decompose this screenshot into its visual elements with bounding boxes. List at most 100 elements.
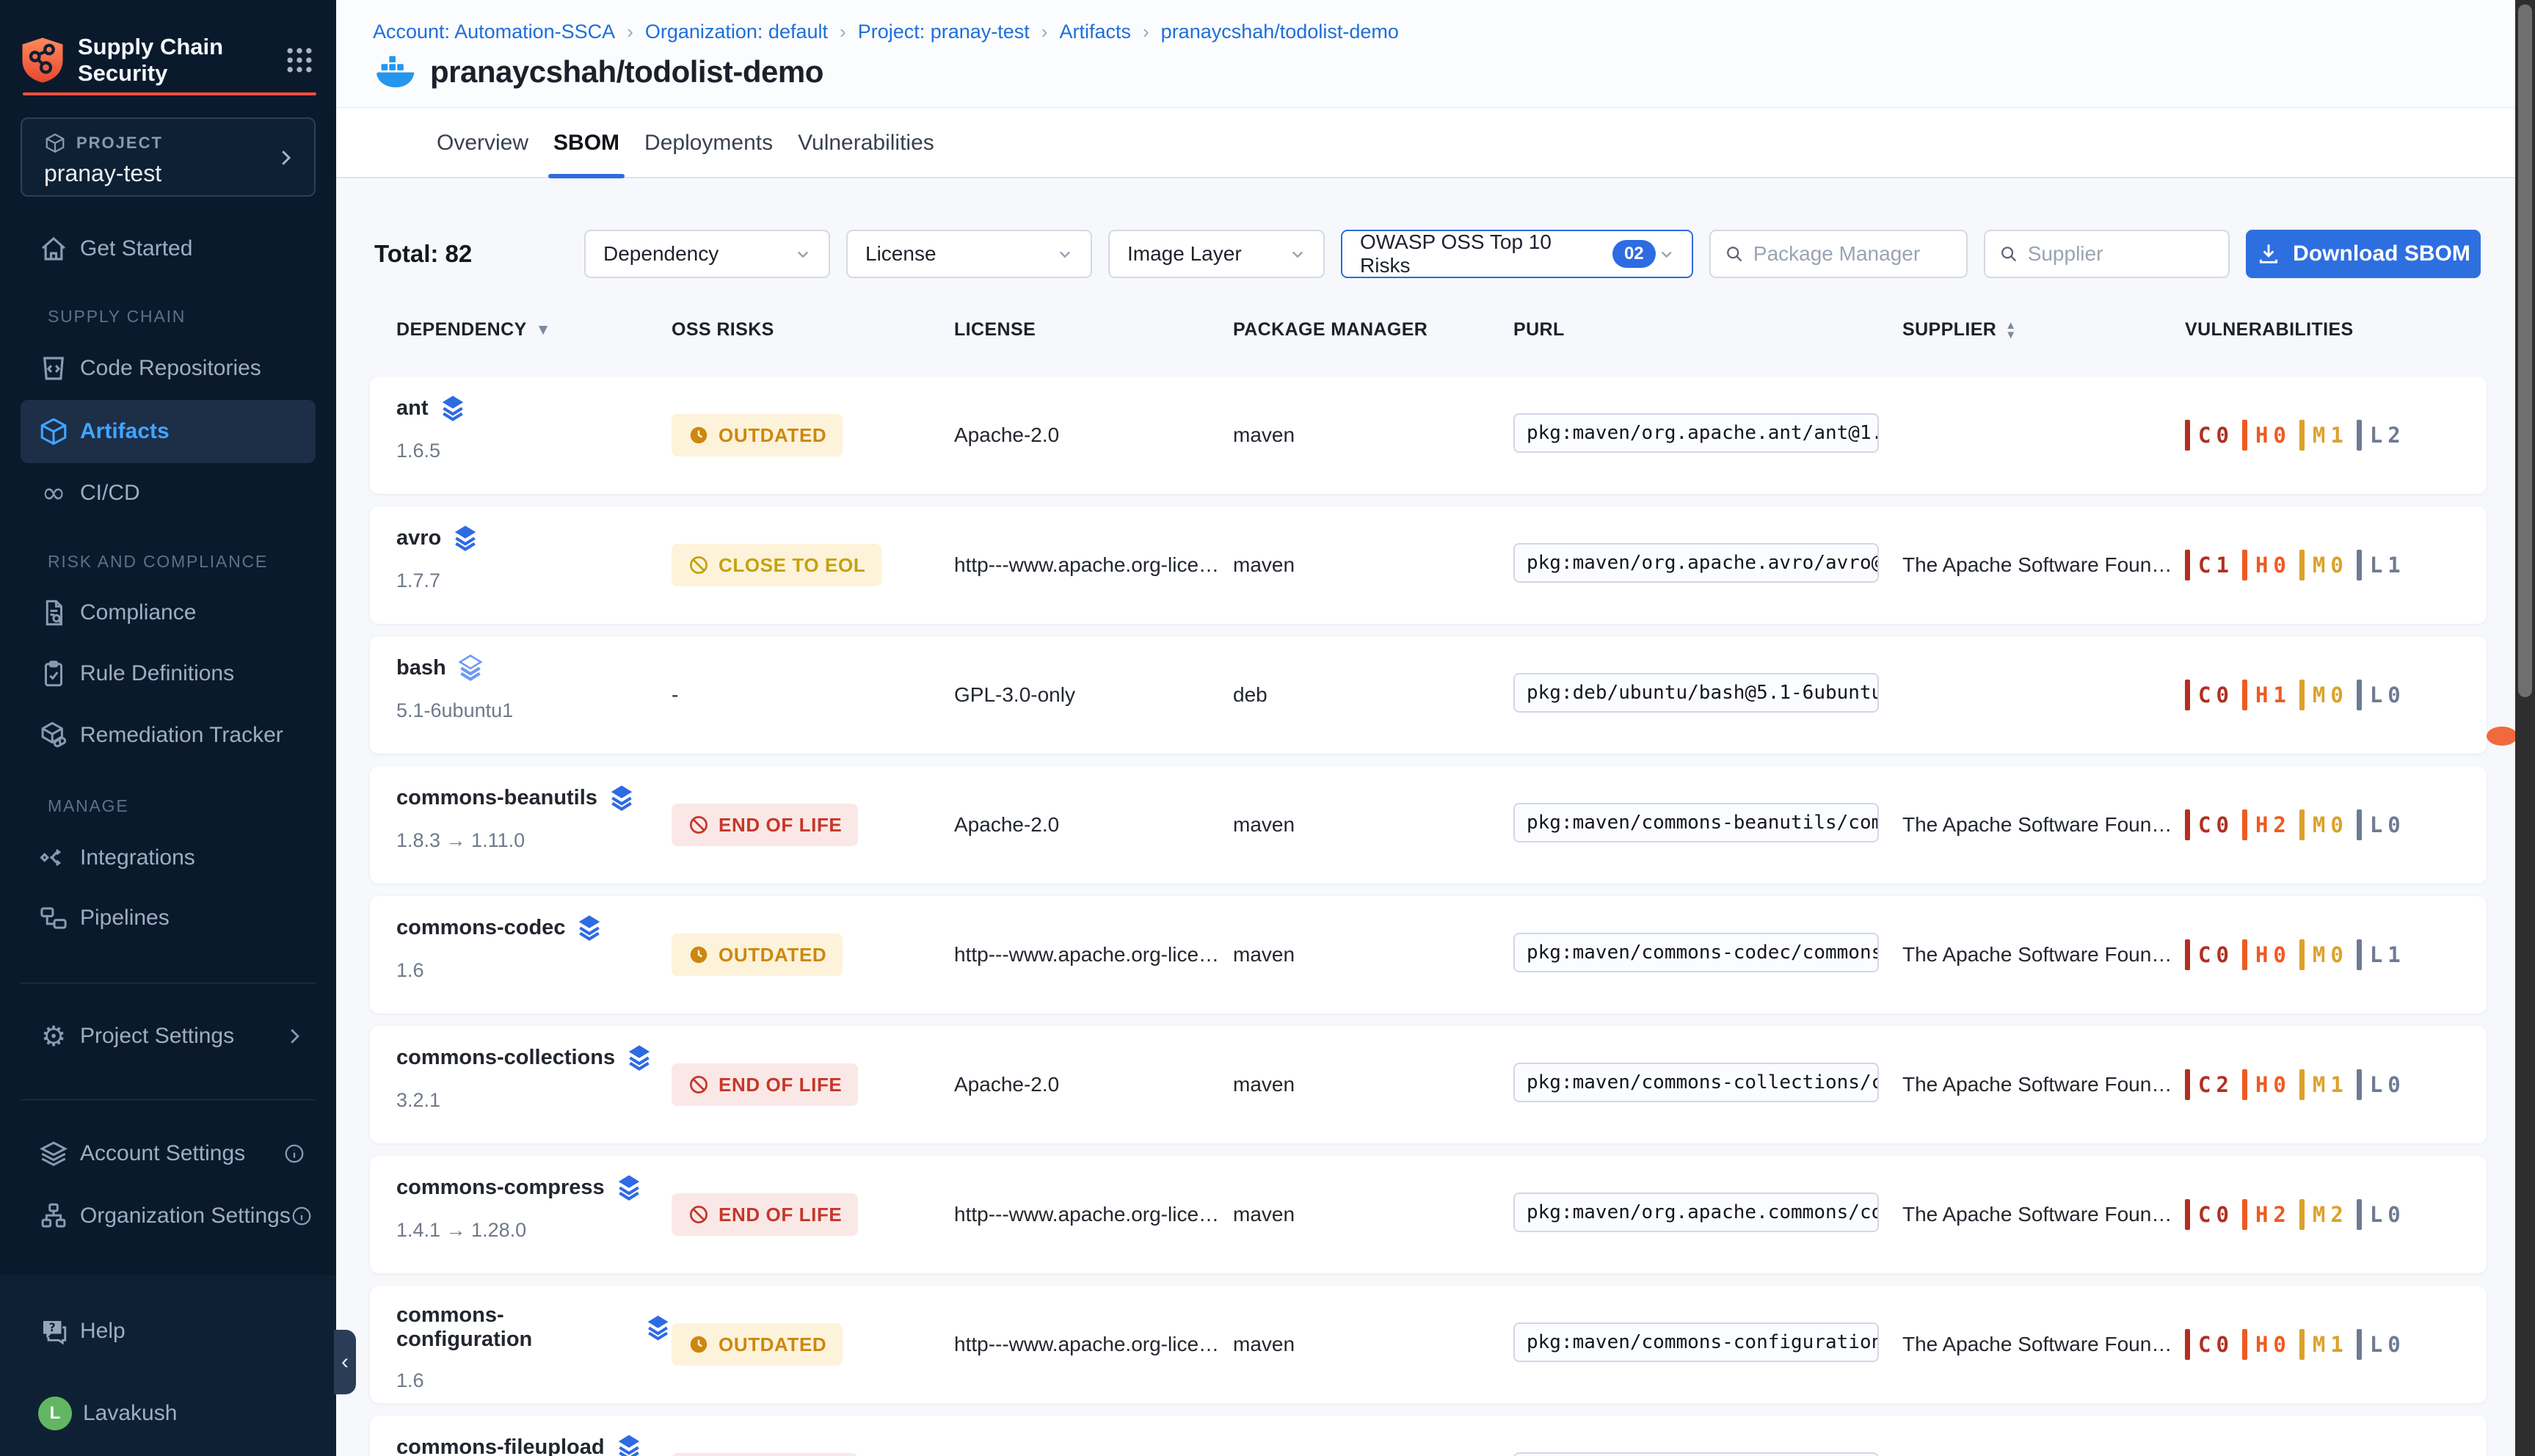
purl-chip[interactable]: pkg:maven/commons-beanutils/comm… bbox=[1513, 803, 1879, 842]
license-cell: Apache-2.0 bbox=[954, 813, 1233, 837]
dependency-filter-dropdown[interactable]: Dependency bbox=[584, 230, 830, 278]
purl-chip[interactable]: pkg:maven/commons-codec/commons-… bbox=[1513, 933, 1879, 972]
dependency-version: 1.6 bbox=[396, 1369, 672, 1392]
purl-cell: pkg:maven/commons-configuration/… bbox=[1513, 1322, 1902, 1367]
package-manager-search bbox=[1709, 230, 1968, 278]
table-row[interactable]: ant 1.6.5 OUTDATED bbox=[370, 376, 2487, 494]
table-row[interactable]: commons-codec 1.6 OUTDATE bbox=[370, 896, 2487, 1013]
dependency-name: commons-configuration bbox=[396, 1303, 634, 1352]
page-header: Account: Automation-SSCA › Organization:… bbox=[336, 0, 2515, 108]
purl-cell: pkg:maven/commons-collections/co… bbox=[1513, 1063, 1902, 1107]
critical-count: C0 bbox=[2185, 420, 2229, 451]
purl-chip[interactable]: pkg:maven/org.apache.commons/com… bbox=[1513, 1193, 1879, 1232]
table-row[interactable]: commons-fileupload END O bbox=[370, 1416, 2487, 1456]
sidebar-item-account-settings[interactable]: Account Settings bbox=[21, 1122, 316, 1185]
tab-vulnerabilities[interactable]: Vulnerabilities bbox=[785, 109, 947, 177]
medium-count: M0 bbox=[2299, 809, 2343, 840]
sidebar-item-organization-settings[interactable]: Organization Settings bbox=[21, 1184, 316, 1248]
sidebar-item-help[interactable]: ? Help bbox=[21, 1302, 316, 1361]
tab-overview[interactable]: Overview bbox=[424, 109, 541, 177]
table-row[interactable]: avro 1.7.7 CLOSE TO EOL bbox=[370, 506, 2487, 624]
sidebar-item-rule-definitions[interactable]: Rule Definitions bbox=[21, 642, 316, 705]
sidebar-item-remediation-tracker[interactable]: Remediation Tracker bbox=[21, 704, 316, 767]
sidebar-item-code-repositories[interactable]: Code Repositories bbox=[21, 337, 316, 400]
image-layer-filter-dropdown[interactable]: Image Layer bbox=[1108, 230, 1325, 278]
medium-count: M0 bbox=[2299, 550, 2343, 580]
breadcrumb-organization[interactable]: Organization: default bbox=[645, 21, 828, 43]
owasp-filter-dropdown[interactable]: OWASP OSS Top 10 Risks 02 bbox=[1341, 230, 1693, 278]
vulnerabilities-cell: C0 H0 M1 L2 bbox=[2185, 420, 2487, 451]
prohibited-icon bbox=[688, 1204, 710, 1226]
sidebar-collapse-handle[interactable]: ‹ bbox=[334, 1330, 356, 1394]
app-grid-icon[interactable] bbox=[283, 44, 316, 76]
table-row[interactable]: commons-beanutils 1.8.3 → 1.11.0 bbox=[370, 766, 2487, 884]
license-cell: http---www.apache.org-lice… bbox=[954, 1333, 1233, 1356]
sidebar-item-integrations[interactable]: Integrations bbox=[21, 826, 316, 889]
dependency-cell: commons-compress 1.4.1 → 1.28.0 bbox=[396, 1156, 672, 1242]
dependency-cell: avro 1.7.7 bbox=[396, 506, 672, 592]
project-selector[interactable]: PROJECT pranay-test bbox=[21, 117, 316, 197]
low-count: L0 bbox=[2357, 1069, 2401, 1100]
sidebar-header: Supply Chain Security bbox=[21, 32, 316, 88]
sidebar-item-project-settings[interactable]: ⚙ Project Settings bbox=[21, 1005, 316, 1068]
column-header-license: LICENSE bbox=[954, 319, 1233, 341]
column-header-dependency[interactable]: DEPENDENCY▼ bbox=[396, 319, 672, 341]
user-menu[interactable]: L Lavakush bbox=[21, 1384, 316, 1443]
tab-deployments[interactable]: Deployments bbox=[632, 109, 785, 177]
low-count: L2 bbox=[2357, 420, 2401, 451]
breadcrumb-account[interactable]: Account: Automation-SSCA bbox=[373, 21, 615, 43]
dependency-cell: commons-beanutils 1.8.3 → 1.11.0 bbox=[396, 766, 672, 852]
app-logo-shield-icon bbox=[21, 36, 65, 84]
purl-chip[interactable]: pkg:deb/ubuntu/bash@5.1-6ubuntu1 bbox=[1513, 673, 1879, 713]
purl-chip[interactable]: pkg:maven/org.apache.avro/avro@1… bbox=[1513, 543, 1879, 583]
supplier-cell: The Apache Software Foun… bbox=[1902, 1073, 2185, 1096]
sidebar-item-artifacts[interactable]: Artifacts bbox=[21, 400, 316, 463]
sidebar-item-cicd[interactable]: ∞ CI/CD bbox=[21, 462, 316, 525]
user-avatar: L bbox=[38, 1397, 72, 1430]
medium-count: M2 bbox=[2299, 1199, 2343, 1230]
sidebar-item-get-started[interactable]: Get Started bbox=[21, 217, 316, 280]
dependency-name: avro bbox=[396, 526, 441, 550]
table-row[interactable]: commons-collections 3.2.1 bbox=[370, 1026, 2487, 1143]
sidebar-section-risk: RISK AND COMPLIANCE bbox=[48, 552, 268, 572]
download-sbom-button[interactable]: Download SBOM bbox=[2246, 230, 2481, 278]
breadcrumb-artifacts[interactable]: Artifacts bbox=[1059, 21, 1131, 43]
license-cell: GPL-3.0-only bbox=[954, 683, 1233, 707]
oss-risk-badge: OUTDATED bbox=[672, 414, 843, 456]
dependency-name: commons-fileupload bbox=[396, 1435, 605, 1456]
breadcrumb-current[interactable]: pranaycshah/todolist-demo bbox=[1161, 21, 1399, 43]
prohibited-icon bbox=[688, 814, 710, 836]
dependency-cell: commons-fileupload bbox=[396, 1416, 672, 1456]
supplier-input[interactable] bbox=[2028, 242, 2215, 266]
dependency-cell: commons-collections 3.2.1 bbox=[396, 1026, 672, 1112]
breadcrumb-separator: › bbox=[627, 21, 633, 43]
chevron-right-icon bbox=[283, 1025, 305, 1047]
breadcrumb-project[interactable]: Project: pranay-test bbox=[858, 21, 1030, 43]
purl-chip[interactable]: pkg:maven/org.apache.ant/ant@1.6… bbox=[1513, 413, 1879, 453]
table-row[interactable]: commons-compress 1.4.1 → 1.28.0 bbox=[370, 1156, 2487, 1273]
layers-gear-icon bbox=[38, 1138, 69, 1169]
critical-count: C0 bbox=[2185, 680, 2229, 710]
package-manager-input[interactable] bbox=[1753, 242, 1953, 266]
purl-chip[interactable]: pkg:maven/commons-configuration/… bbox=[1513, 1322, 1879, 1362]
vulnerabilities-cell: C0 H0 M1 L0 bbox=[2185, 1329, 2487, 1360]
critical-count: C0 bbox=[2185, 809, 2229, 840]
purl-chip[interactable]: pkg:maven/commons-collections/co… bbox=[1513, 1063, 1879, 1102]
supplier-cell: The Apache Software Foun… bbox=[1902, 1203, 2185, 1226]
medium-count: M0 bbox=[2299, 939, 2343, 970]
scrollbar-thumb[interactable] bbox=[2518, 4, 2532, 697]
sidebar-item-compliance[interactable]: Compliance bbox=[21, 581, 316, 644]
page-scrollbar[interactable] bbox=[2515, 0, 2535, 1456]
dependency-version: 3.2.1 bbox=[396, 1089, 672, 1112]
tab-sbom[interactable]: SBOM bbox=[541, 109, 632, 177]
low-count: L0 bbox=[2357, 1199, 2401, 1230]
purl-chip[interactable]: pkg:maven/commons-fileupload/com… bbox=[1513, 1452, 1879, 1456]
table-row[interactable]: commons-configuration 1.6 bbox=[370, 1286, 2487, 1403]
critical-count: C0 bbox=[2185, 939, 2229, 970]
license-filter-dropdown[interactable]: License bbox=[846, 230, 1092, 278]
low-count: L0 bbox=[2357, 680, 2401, 710]
sidebar-item-pipelines[interactable]: Pipelines bbox=[21, 887, 316, 950]
dependency-cell: bash 5.1-6ubuntu1 bbox=[396, 636, 672, 722]
column-header-supplier[interactable]: SUPPLIER ▲▼ bbox=[1902, 319, 2185, 341]
table-row[interactable]: bash 5.1-6ubuntu1 - bbox=[370, 636, 2487, 754]
